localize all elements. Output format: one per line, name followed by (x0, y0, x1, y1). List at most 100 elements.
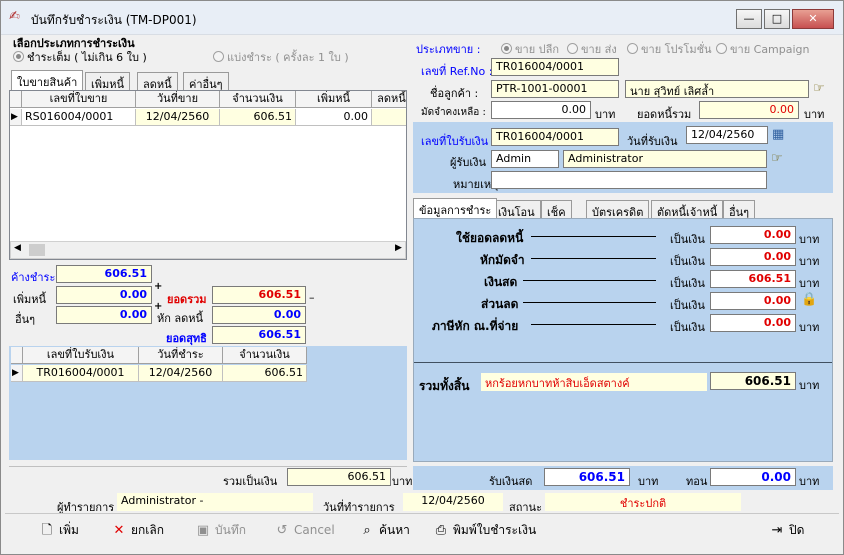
tab-add-debt[interactable]: เพิ่มหนี้ (85, 72, 131, 91)
debt-total-field: 0.00 (699, 101, 799, 119)
sale-wholesale-radio[interactable]: ขาย ส่ง (567, 40, 617, 58)
undo-icon: ↺ (276, 523, 288, 538)
withholding-tax-field[interactable]: 0.00 (710, 314, 796, 332)
close-label: ปิด (789, 523, 805, 537)
window-title: บันทึกรับชำระเงิน (TM-DP001) (31, 13, 197, 27)
print-label: พิมพ์ใบชำระเงิน (453, 523, 537, 537)
print-button[interactable]: ⎙ พิมพ์ใบชำระเงิน (433, 520, 536, 542)
printer-icon: ⎙ (435, 523, 447, 538)
scroll-left-icon[interactable]: ◀ (14, 243, 21, 253)
radio-icon (501, 43, 512, 54)
customer-code-field[interactable]: PTR-1001-00001 (491, 80, 619, 98)
tab-other-fees[interactable]: ค่าอื่นๆ (183, 72, 229, 91)
col-sale-date[interactable]: วันที่ขาย (136, 91, 220, 108)
close-window-button[interactable]: ✕ (792, 9, 834, 29)
table-row[interactable]: TR016004/0001 (23, 365, 139, 382)
save-button[interactable]: ▣ บันทึก (195, 520, 246, 542)
cancel-doc-button[interactable]: ✕ ยกเลิก (111, 520, 164, 542)
cash-recv-field[interactable]: 606.51 (544, 468, 630, 486)
sum-field: 606.51 (287, 468, 391, 486)
divider (523, 302, 656, 303)
table-cell[interactable]: 606.51 (220, 109, 296, 126)
table-cell[interactable]: 606.51 (223, 365, 307, 382)
col-pay-date[interactable]: วันที่ชำระ (139, 347, 223, 364)
radio-icon (13, 51, 24, 62)
change-field: 0.00 (710, 468, 796, 486)
receipt-grid: เลขที่ใบรับเงิน วันที่ชำระ จำนวนเงิน ▶ T… (11, 347, 307, 384)
col-add-debt[interactable]: เพิ่มหนี้ (296, 91, 372, 108)
note-field[interactable] (491, 171, 767, 189)
col-amount[interactable]: จำนวนเงิน (220, 91, 296, 108)
cash-recv-label: รับเงินสด (489, 475, 533, 488)
customer-lookup-icon[interactable]: ☞ (813, 82, 825, 96)
tab-reduce-debt[interactable]: ลดหนี้ (137, 72, 178, 91)
horizontal-scrollbar[interactable]: ◀ ▶ (10, 241, 406, 259)
table-cell[interactable]: 12/04/2560 (136, 109, 220, 126)
lock-icon[interactable]: 🔒 (801, 293, 817, 307)
app-icon: ✍ (9, 9, 20, 24)
title-bar: ✍ บันทึกรับชำระเงิน (TM-DP001) — □ ✕ (1, 1, 843, 35)
tab-credit-card[interactable]: บัตรเครดิต (586, 200, 650, 219)
tab-payment-info[interactable]: ข้อมูลการชำระ (413, 198, 498, 218)
save-label: บันทึก (215, 523, 246, 537)
deduct-label: หัก ลดหนี้ (157, 312, 204, 325)
grid-corner (10, 91, 22, 108)
receipt-date-label: วันที่รับเงิน (627, 135, 678, 148)
discount-field[interactable]: 0.00 (710, 292, 796, 310)
radio-icon (567, 43, 578, 54)
col-invoice-no[interactable]: เลขที่ใบขาย (22, 91, 136, 108)
x-icon: ✕ (113, 523, 125, 538)
pay-row-as: เป็นเงิน (670, 233, 705, 246)
close-button[interactable]: ⇥ ปิด (769, 520, 805, 542)
pay-split-radio[interactable]: แบ่งชำระ ( ครั้งละ 1 ใบ ) (213, 48, 349, 66)
outstanding-label: ค้างชำระ (11, 271, 56, 284)
search-button[interactable]: ⌕ ค้นหา (359, 520, 410, 542)
maximize-button[interactable]: □ (764, 9, 790, 29)
receiver-code-field[interactable]: Admin (491, 150, 559, 168)
pay-row-label: เงินสด (484, 275, 518, 289)
calendar-icon[interactable]: ▦ (772, 128, 784, 142)
table-cell[interactable]: 0.00 (296, 109, 372, 126)
receiver-lookup-icon[interactable]: ☞ (771, 152, 783, 166)
cash-field[interactable]: 606.51 (710, 270, 796, 288)
deposit-field[interactable]: 0.00 (710, 248, 796, 266)
pay-row-as: เป็นเงิน (670, 321, 705, 334)
credit-note-field[interactable]: 0.00 (710, 226, 796, 244)
col-reduce-debt[interactable]: ลดหนี้ (372, 91, 406, 108)
add-label: เพิ่ม (59, 523, 79, 537)
sale-campaign-radio[interactable]: ขาย Campaign (716, 40, 810, 58)
col-receipt-amount[interactable]: จำนวนเงิน (223, 347, 307, 364)
table-cell[interactable] (372, 109, 406, 126)
pay-full-radio[interactable]: ชำระเต็ม ( ไม่เกิน 6 ใบ ) (13, 48, 147, 66)
receipt-no-field[interactable]: TR016004/0001 (491, 128, 619, 146)
receiver-label: ผู้รับเงิน (450, 156, 486, 169)
tab-creditor-offset[interactable]: ตัดหนี้เจ้าหนี้ (651, 200, 724, 219)
minimize-button[interactable]: — (736, 9, 762, 29)
table-cell[interactable]: 12/04/2560 (139, 365, 223, 382)
scroll-thumb[interactable] (29, 244, 45, 256)
col-receipt-no[interactable]: เลขที่ใบรับเงิน (23, 347, 139, 364)
tab-cheque[interactable]: เช็ค (541, 200, 572, 219)
scroll-right-icon[interactable]: ▶ (395, 243, 402, 253)
pay-split-label: แบ่งชำระ ( ครั้งละ 1 ใบ ) (227, 51, 349, 64)
pay-row-as: เป็นเงิน (670, 299, 705, 312)
deduct-field: 0.00 (212, 306, 306, 324)
tab-invoice[interactable]: ใบขายสินค้า (11, 70, 84, 90)
state-field: ชำระปกติ (545, 493, 741, 511)
tab-transfer[interactable]: เงินโอน (492, 200, 541, 219)
net-label: ยอดสุทธิ (166, 332, 207, 345)
credit-unit: บาท (595, 108, 616, 121)
tab-other-pay[interactable]: อื่นๆ (723, 200, 756, 219)
sale-retail-radio[interactable]: ขาย ปลีก (501, 40, 559, 58)
ref-field[interactable]: TR016004/0001 (491, 58, 619, 76)
amount-words-field: หกร้อยหกบาทห้าสิบเอ็ดสตางค์ (481, 373, 707, 391)
receipt-date-field[interactable]: 12/04/2560 (686, 126, 768, 144)
pay-row-unit: บาท (799, 277, 820, 290)
table-row[interactable]: RS016004/0001 (22, 109, 136, 126)
add-button[interactable]: 🗋 เพิ่ม (39, 520, 79, 542)
sale-promo-radio[interactable]: ขาย โปรโมชั่น (627, 40, 712, 58)
radio-icon (627, 43, 638, 54)
cancel-button[interactable]: ↺ Cancel (274, 520, 335, 542)
change-label: ทอน (686, 475, 708, 488)
change-unit: บาท (799, 475, 820, 488)
